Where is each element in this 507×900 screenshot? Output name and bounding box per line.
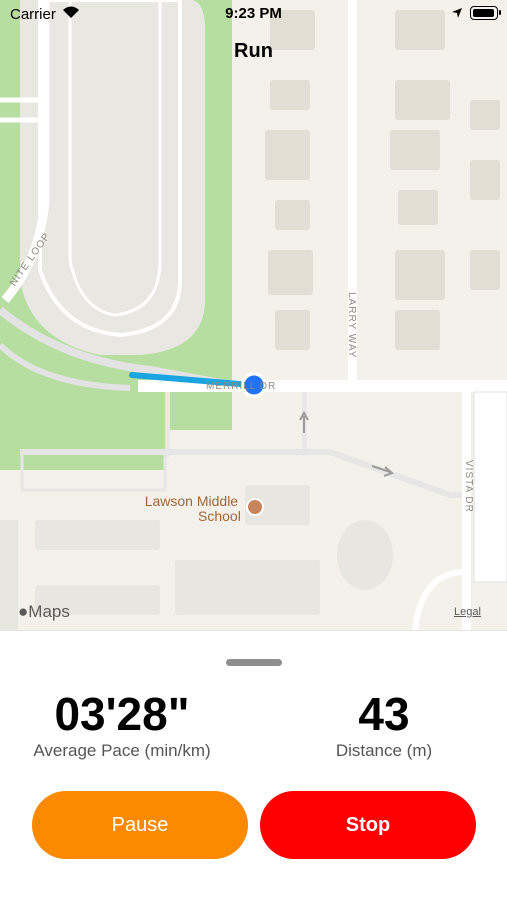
school-icon xyxy=(246,498,264,516)
poi-name-line2: School xyxy=(198,508,241,524)
distance-label: Distance (m) xyxy=(335,741,433,760)
legal-link[interactable]: Legal xyxy=(454,606,481,618)
status-bar: Carrier 9:23 PM xyxy=(0,0,507,28)
poi-lawson-middle-school[interactable]: Lawson Middle School xyxy=(142,494,241,524)
status-time: 9:23 PM xyxy=(225,5,282,22)
apple-logo-icon: ● xyxy=(18,602,29,621)
page-title: Run xyxy=(234,40,273,62)
poi-name-line1: Lawson Middle xyxy=(144,493,239,509)
street-label-larry-way: LARRY WAY xyxy=(346,292,357,359)
sheet-grabber-handle[interactable] xyxy=(226,659,282,666)
run-stats-sheet: 03'28" Average Pace (min/km) 43 Distance… xyxy=(0,630,507,900)
location-arrow-icon xyxy=(452,8,462,18)
maps-attribution: ●Maps xyxy=(18,602,70,621)
pace-value: 03'28" xyxy=(54,688,190,740)
battery-icon xyxy=(470,6,501,20)
street-label-vista-dr: VISTA DR xyxy=(463,460,474,513)
map-canvas xyxy=(0,0,507,632)
stop-button[interactable]: Stop xyxy=(260,791,476,859)
street-label-merrill: MERRILL DR xyxy=(206,381,277,392)
distance-value: 43 xyxy=(358,688,410,740)
map-view[interactable]: MERRILL DR LARRY WAY VISTA DR NITE LOOP … xyxy=(0,0,507,632)
pause-button[interactable]: Pause xyxy=(32,791,248,859)
pace-label: Average Pace (min/km) xyxy=(33,741,211,760)
